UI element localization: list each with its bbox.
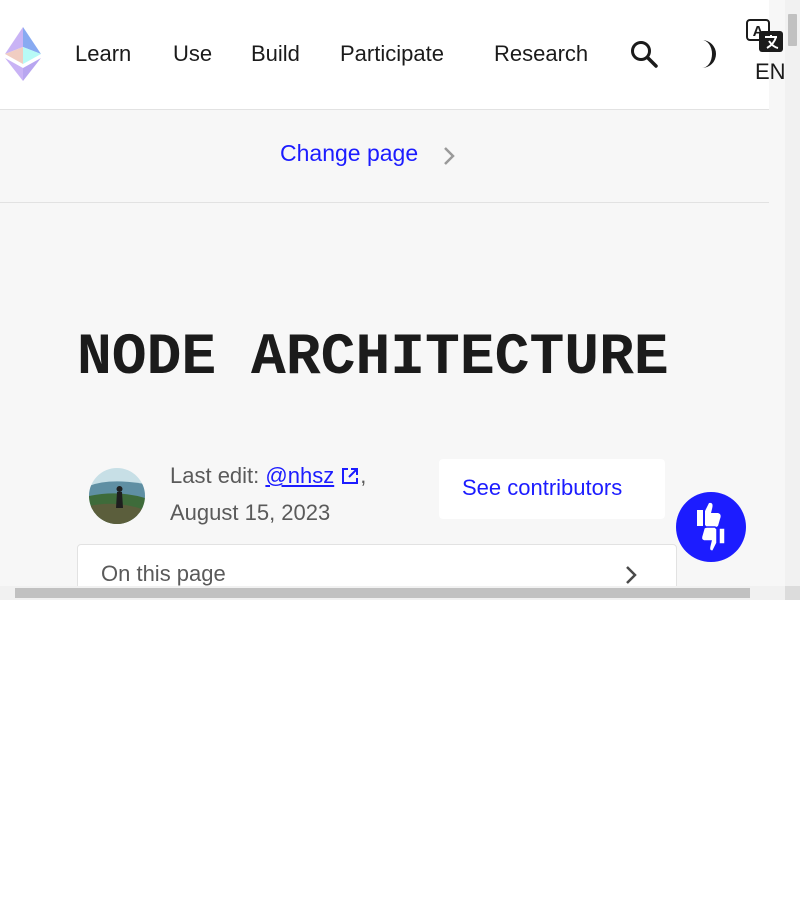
nav-build[interactable]: Build [251,40,300,68]
separator-comma: , [360,463,367,488]
language-picker[interactable]: A EN [745,18,787,88]
vertical-scroll-thumb[interactable] [788,14,797,46]
horizontal-scrollbar[interactable] [0,586,785,600]
search-icon[interactable] [629,39,659,69]
nav-learn[interactable]: Learn [75,40,131,68]
change-page-button[interactable]: Change page [280,140,418,167]
avatar[interactable] [89,468,145,524]
language-code: EN [755,59,786,84]
chevron-right-icon [626,566,637,584]
change-page-bar: Change page [0,110,769,203]
browser-viewport: Learn Use Build Participate Research A E… [0,0,800,600]
last-edit-prefix: Last edit: [170,463,266,488]
translate-icon: A [746,19,783,52]
feedback-thumbs-icon [697,502,726,552]
nav-research[interactable]: Research [494,40,588,68]
scrollbar-corner [785,586,800,600]
see-contributors-label: See contributors [462,475,623,500]
horizontal-scroll-thumb[interactable] [15,588,750,598]
nav-use[interactable]: Use [173,40,212,68]
dark-mode-icon[interactable] [692,39,718,69]
vertical-scrollbar[interactable] [785,0,800,586]
chevron-right-icon [444,147,455,165]
toc-label: On this page [101,561,226,586]
author-link[interactable]: @nhsz [265,463,334,488]
site-header: Learn Use Build Participate Research A E… [0,0,786,110]
page-title: NODE ARCHITECTURE [77,326,669,391]
see-contributors-button[interactable]: See contributors [439,459,665,519]
ethereum-logo[interactable] [5,27,41,81]
external-link-icon [342,468,359,484]
last-edit-line: Last edit: @nhsz, [170,463,366,489]
nav-participate[interactable]: Participate [340,40,444,68]
feedback-button[interactable] [676,492,746,562]
last-edit-date: August 15, 2023 [170,500,331,525]
